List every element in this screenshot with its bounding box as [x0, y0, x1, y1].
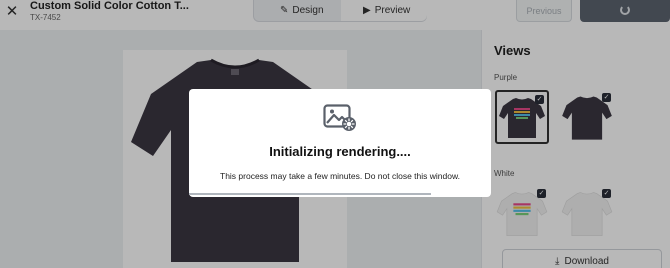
- progress-bar-fill: [189, 193, 431, 195]
- image-render-icon: [323, 104, 356, 131]
- dialog-title: Initializing rendering....: [269, 144, 411, 159]
- dialog-message: This process may take a few minutes. Do …: [220, 171, 460, 181]
- progress-bar: [189, 193, 491, 197]
- rendering-dialog: Initializing rendering.... This process …: [189, 89, 491, 197]
